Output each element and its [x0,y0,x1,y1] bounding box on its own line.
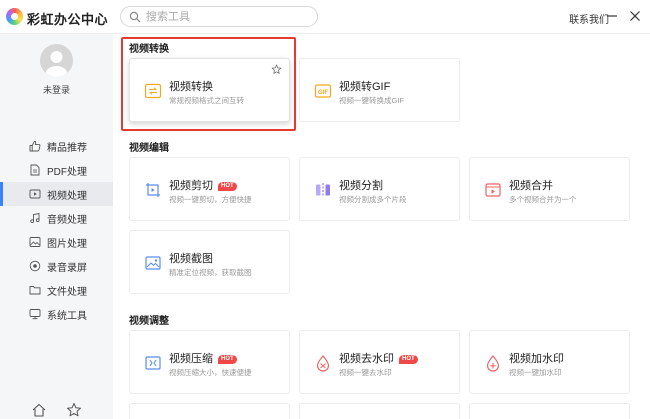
card-description: 视频压缩大小，快速便捷 [169,368,252,377]
card-video-cut[interactable]: 视频剪切 HOT 视频一键剪切，方便快捷 [129,157,290,221]
card-description: 多个视频合并为一个 [509,195,577,204]
video-icon [29,189,41,199]
card-title: 视频压缩 HOT [169,350,237,366]
sidebar-nav: 精品推荐 PDF处理 视频处理 音频处理 图片处理 录音录屏 文件处理 系统工具 [0,134,113,326]
card-description: 视频一键加水印 [509,368,562,377]
card-description: 视频一键去水印 [339,368,392,377]
section-title-video-edit: 视频编辑 [129,143,169,154]
main-content: 视频转换 视频转换 常规视频格式之间互转 GIF 视频转GIF 视频一键转换成G… [113,34,650,419]
image-icon [29,237,41,247]
card-title: 视频截图 [169,253,213,265]
card-title: 视频加水印 [509,353,564,365]
card-video-screenshot[interactable]: 视频截图 精准定位视频，获取截图 [129,230,290,294]
sidebar-item-label: PDF处理 [47,166,87,178]
sidebar-item-label: 精品推荐 [47,142,87,154]
rainbow-logo-icon [6,8,23,25]
card-title: 视频分割 [339,180,383,192]
sidebar-item-recording[interactable]: 录音录屏 [0,254,113,278]
card-video-merge[interactable]: 视频合并 多个视频合并为一个 [469,157,630,221]
card-add-watermark[interactable]: 视频加水印 视频一键加水印 [469,330,630,394]
search-box[interactable] [120,6,318,27]
sidebar-item-system[interactable]: 系统工具 [0,302,113,326]
record-icon [29,260,41,272]
sidebar-item-video[interactable]: 视频处理 [0,182,113,206]
login-status[interactable]: 未登录 [0,83,113,96]
favorite-star-icon[interactable] [271,64,282,75]
card-title: 视频剪切 HOT [169,177,237,193]
card-description: 视频一键剪切，方便快捷 [169,195,252,204]
card-title: 视频去水印 HOT [339,350,418,366]
sidebar: 未登录 精品推荐 PDF处理 视频处理 音频处理 图片处理 录音录屏 文件处理 … [0,34,113,419]
sidebar-item-pdf[interactable]: PDF处理 [0,158,113,182]
app-title: 彩虹办公中心 [27,12,109,27]
video-cut-icon [146,183,160,197]
music-icon [30,212,40,224]
card-partial[interactable] [129,403,290,419]
thumbs-up-icon [29,140,41,152]
minimize-icon[interactable] [604,8,620,24]
title-bar: 彩虹办公中心 联系我们 [0,0,650,34]
section-title-video-adjust: 视频调整 [129,316,169,327]
card-video-split[interactable]: 视频分割 视频分割成多个片段 [299,157,460,221]
folder-icon [29,286,41,295]
sidebar-item-label: 音频处理 [47,214,87,226]
video-split-icon [316,183,330,197]
search-input[interactable] [146,9,306,24]
document-icon [30,164,40,176]
sidebar-item-label: 文件处理 [47,286,87,298]
sidebar-item-label: 视频处理 [47,190,87,202]
video-merge-icon [485,183,501,197]
sidebar-item-label: 录音录屏 [47,262,87,274]
sidebar-item-featured[interactable]: 精品推荐 [0,134,113,158]
card-title: 视频转GIF [339,81,391,93]
hot-badge: HOT [399,355,418,364]
home-icon[interactable] [30,401,48,419]
card-partial[interactable] [299,403,460,419]
add-watermark-icon [486,355,500,372]
close-icon[interactable] [627,8,643,24]
gif-icon: GIF [314,84,332,98]
avatar[interactable] [40,44,73,77]
video-compress-icon [145,356,161,370]
section-title-video-convert: 视频转换 [129,44,169,55]
sidebar-item-files[interactable]: 文件处理 [0,278,113,302]
card-video-to-gif[interactable]: GIF 视频转GIF 视频一键转换成GIF [299,58,460,122]
hot-badge: HOT [218,355,237,364]
search-icon [129,11,141,23]
video-convert-icon [144,83,162,99]
video-screenshot-icon [145,256,161,270]
card-title: 视频合并 [509,180,553,192]
card-description: 精准定位视频，获取截图 [169,268,252,277]
card-partial[interactable] [469,403,630,419]
hot-badge: HOT [218,182,237,191]
favorites-star-icon[interactable] [65,401,83,419]
card-description: 常规视频格式之间互转 [169,96,244,105]
user-avatar-icon [40,44,73,77]
sidebar-item-label: 图片处理 [47,238,87,250]
sidebar-item-label: 系统工具 [47,310,87,322]
card-description: 视频一键转换成GIF [339,96,404,105]
svg-text:GIF: GIF [318,90,328,96]
card-video-compress[interactable]: 视频压缩 HOT 视频压缩大小，快速便捷 [129,330,290,394]
sidebar-item-audio[interactable]: 音频处理 [0,206,113,230]
card-remove-watermark[interactable]: 视频去水印 HOT 视频一键去水印 [299,330,460,394]
card-video-convert[interactable]: 视频转换 常规视频格式之间互转 [129,58,290,122]
sidebar-item-image[interactable]: 图片处理 [0,230,113,254]
card-title: 视频转换 [169,81,213,93]
contact-us-link[interactable]: 联系我们 [569,11,609,26]
system-icon [29,309,41,320]
remove-watermark-icon [316,355,330,372]
card-description: 视频分割成多个片段 [339,195,407,204]
